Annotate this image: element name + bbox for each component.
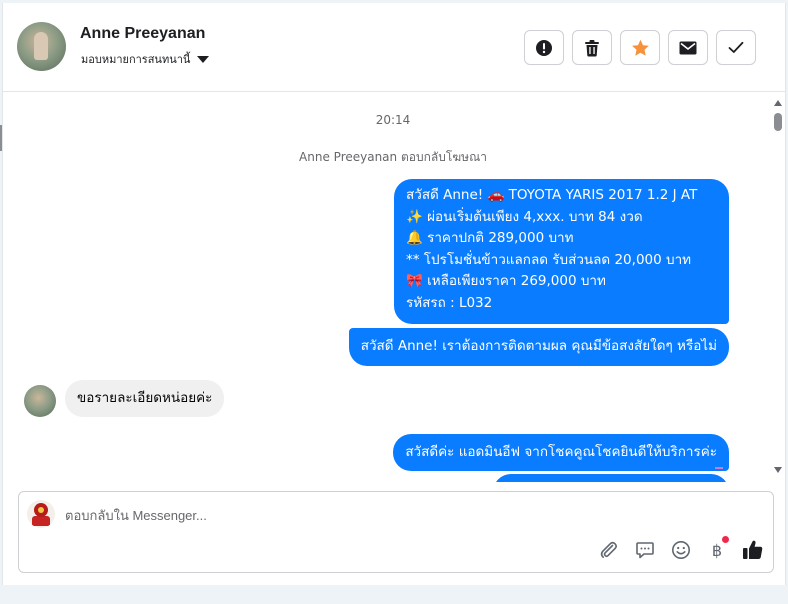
header-actions: [524, 30, 756, 65]
message-line: สวัสดี Anne! 🚗 TOYOTA YARIS 2017 1.2 J A…: [406, 187, 698, 203]
envelope-icon: [679, 41, 697, 54]
mark-unread-button[interactable]: [668, 30, 708, 65]
emoji-icon: [672, 541, 690, 559]
message-timestamp: 20:14: [375, 113, 411, 127]
baht-payment-icon: ฿: [711, 540, 723, 560]
delete-button[interactable]: [572, 30, 612, 65]
message-tag-marker: [715, 467, 723, 469]
outgoing-message-bubble[interactable]: สวัสดีค่ะ แอดมินอีฟ จากโชคคูณโชคยินดีให้…: [393, 434, 729, 471]
scroll-thumb[interactable]: [774, 113, 782, 131]
conversation-header: Anne Preeyanan มอบหมายการสนทนานี้: [3, 3, 785, 92]
message-line: 🔔 ราคาปกติ 289,000 บาท: [406, 230, 574, 246]
send-like-button[interactable]: [741, 538, 765, 562]
thread-scrollbar[interactable]: [771, 95, 785, 481]
message-line: รหัสรถ : L032: [406, 294, 493, 311]
conversation-window: Anne Preeyanan มอบหมายการสนทนานี้ 20:14 …: [2, 3, 786, 585]
reply-input[interactable]: [65, 504, 625, 526]
saved-replies-button[interactable]: [633, 538, 657, 562]
message-thread[interactable]: 20:14 Anne Preeyanan ตอบกลับโฆษณา สวัสดี…: [3, 93, 771, 482]
message-text: ขอรายละเอียดหน่อยค่ะ: [77, 390, 213, 406]
star-icon: [631, 39, 649, 56]
outgoing-message-bubble[interactable]: สวัสดี Anne! เราต้องการติดตามผล คุณมีข้อ…: [348, 328, 729, 366]
caret-down-icon: [197, 55, 210, 63]
follow-up-button[interactable]: [620, 30, 660, 65]
message-line: ** โปรโมชั่นข้าวแลกลด รับส่วนลด 20,000 บ…: [406, 251, 692, 268]
assign-label: มอบหมายการสนทนานี้: [81, 53, 191, 66]
contact-avatar-small[interactable]: [24, 385, 56, 417]
spam-button[interactable]: [524, 30, 564, 65]
scroll-down-arrow-icon[interactable]: [774, 467, 782, 473]
message-text: สวัสดี Anne! เราต้องการติดตามผล คุณมีข้อ…: [360, 338, 717, 354]
composer-tools: ฿: [597, 536, 765, 562]
message-line: ✨ ผ่อนเริ่มต้นเพียง 4,xxx. บาท 84 งวด: [406, 208, 643, 225]
attach-file-button[interactable]: [597, 538, 621, 562]
outgoing-message-bubble-partial[interactable]: [493, 474, 729, 482]
alert-icon: [536, 39, 552, 56]
reply-composer: ฿: [18, 491, 774, 573]
assign-conversation-dropdown[interactable]: มอบหมายการสนทนานี้: [81, 50, 210, 68]
payment-button[interactable]: ฿: [705, 536, 729, 562]
thumbs-up-icon: [743, 540, 763, 559]
window-edge-marker: [0, 125, 2, 151]
incoming-message-bubble[interactable]: ขอรายละเอียดหน่อยค่ะ: [65, 380, 225, 417]
ad-reply-note: Anne Preeyanan ตอบกลับโฆษณา: [299, 150, 487, 164]
scroll-up-arrow-icon[interactable]: [774, 100, 782, 106]
emoji-button[interactable]: [669, 538, 693, 562]
outgoing-message-bubble[interactable]: สวัสดี Anne! 🚗 TOYOTA YARIS 2017 1.2 J A…: [394, 179, 729, 324]
attachment-icon: [600, 541, 617, 558]
checkmark-icon: [728, 41, 744, 53]
contact-avatar[interactable]: [17, 22, 66, 71]
trash-icon: [585, 39, 599, 56]
message-text: สวัสดีค่ะ แอดมินอีฟ จากโชคคูณโชคยินดีให้…: [405, 444, 717, 460]
message-line: 🎀 เหลือเพียงราคา 269,000 บาท: [406, 273, 606, 289]
saved-reply-icon: [636, 542, 654, 559]
mark-done-button[interactable]: [716, 30, 756, 65]
contact-name[interactable]: Anne Preeyanan: [80, 25, 205, 43]
page-avatar: [27, 500, 55, 528]
notification-dot: [722, 536, 729, 543]
